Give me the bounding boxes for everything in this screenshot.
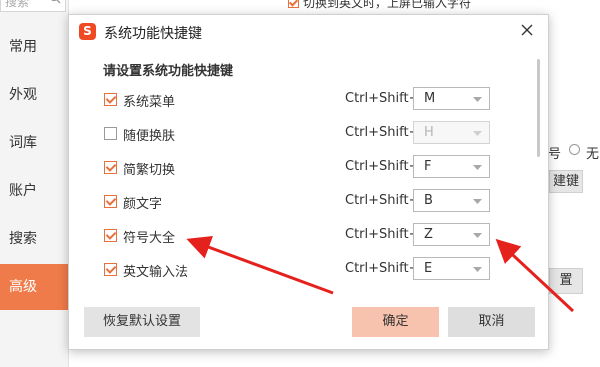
bg-shortcut-button[interactable]: 建键 xyxy=(549,170,583,193)
row-label: 随便换肤 xyxy=(123,129,176,144)
key-value: M xyxy=(424,91,436,106)
bg-radio-none[interactable] xyxy=(569,144,580,155)
row-checkbox[interactable] xyxy=(104,229,117,242)
shortcut-row-simp-trad: 简繁切换 Ctrl+Shift+ F xyxy=(69,153,548,181)
row-label: 颜文字 xyxy=(123,197,163,212)
dialog-title: 系统功能快捷键 xyxy=(104,26,202,42)
search-icon xyxy=(51,0,61,4)
row-checkbox[interactable] xyxy=(104,127,117,140)
search-input[interactable]: 搜索 xyxy=(0,0,66,12)
shortcut-row-english-ime: 英文输入法 Ctrl+Shift+ E xyxy=(69,255,548,283)
chevron-down-icon xyxy=(473,199,482,204)
chevron-down-icon xyxy=(473,267,482,272)
shortcut-row-emoticon: 颜文字 Ctrl+Shift+ B xyxy=(69,187,548,215)
sidebar-item-common[interactable]: 常用 xyxy=(0,24,68,70)
bg-radio-label-right: 无 xyxy=(586,147,600,162)
dialog-title-bar: S 系统功能快捷键 xyxy=(69,15,548,49)
row-checkbox[interactable] xyxy=(104,161,117,174)
key-value: F xyxy=(424,159,432,174)
modifier-label: Ctrl+Shift+ xyxy=(345,159,420,174)
section-title: 请设置系统功能快捷键 xyxy=(103,64,234,79)
reset-defaults-button[interactable]: 恢复默认设置 xyxy=(84,307,200,337)
key-select[interactable]: H xyxy=(413,121,490,144)
sogou-logo-icon: S xyxy=(79,23,96,40)
sidebar-item-appearance[interactable]: 外观 xyxy=(0,72,68,118)
row-checkbox[interactable] xyxy=(104,263,117,276)
key-select[interactable]: E xyxy=(413,257,490,280)
row-label: 符号大全 xyxy=(123,231,176,246)
cancel-button[interactable]: 取消 xyxy=(448,307,535,337)
row-label: 简繁切换 xyxy=(123,163,176,178)
key-value: E xyxy=(424,261,433,276)
sidebar-item-lexicon[interactable]: 词库 xyxy=(0,120,68,166)
row-checkbox[interactable] xyxy=(104,93,117,106)
key-select[interactable]: F xyxy=(413,155,490,178)
modifier-label: Ctrl+Shift+ xyxy=(345,193,420,208)
key-select[interactable]: B xyxy=(413,189,490,212)
sidebar-item-search[interactable]: 搜索 xyxy=(0,216,68,262)
key-select[interactable]: M xyxy=(413,87,490,110)
chevron-down-icon xyxy=(473,233,482,238)
sidebar-item-account[interactable]: 账户 xyxy=(0,168,68,214)
modifier-label: Ctrl+Shift+ xyxy=(345,125,420,140)
close-icon[interactable] xyxy=(520,23,534,37)
bg-radio-label-left: 号 xyxy=(548,147,562,162)
modifier-label: Ctrl+Shift+ xyxy=(345,227,420,242)
shortcut-row-random-skin: 随便换肤 Ctrl+Shift+ H xyxy=(69,119,548,147)
key-value: H xyxy=(424,125,434,140)
sidebar-item-advanced[interactable]: 高级 xyxy=(0,264,68,310)
search-placeholder: 搜索 xyxy=(5,0,30,9)
bg-checkbox[interactable] xyxy=(288,0,299,8)
bg-option-label: 切换到英文时，上屏已输入字符 xyxy=(303,0,472,10)
shortcut-row-system-menu: 系统菜单 Ctrl+Shift+ M xyxy=(69,85,548,113)
modifier-label: Ctrl+Shift+ xyxy=(345,91,420,106)
key-select[interactable]: Z xyxy=(413,223,490,246)
bg-english-switch-option[interactable]: 切换到英文时，上屏已输入字符 xyxy=(288,0,471,11)
scrollbar-thumb[interactable] xyxy=(537,59,540,157)
row-checkbox[interactable] xyxy=(104,195,117,208)
bg-settings-button[interactable]: 置 xyxy=(549,268,583,294)
row-label: 系统菜单 xyxy=(123,95,176,110)
shortcut-dialog: S 系统功能快捷键 请设置系统功能快捷键 系统菜单 Ctrl+Shift+ M … xyxy=(68,14,549,350)
chevron-down-icon xyxy=(473,131,482,136)
settings-sidebar: 搜索 常用 外观 词库 账户 搜索 高级 xyxy=(0,0,69,367)
modifier-label: Ctrl+Shift+ xyxy=(345,261,420,276)
shortcut-row-symbols: 符号大全 Ctrl+Shift+ Z xyxy=(69,221,548,249)
key-value: Z xyxy=(424,227,433,242)
row-label: 英文输入法 xyxy=(123,265,189,280)
chevron-down-icon xyxy=(473,165,482,170)
chevron-down-icon xyxy=(473,97,482,102)
ok-button[interactable]: 确定 xyxy=(352,307,439,337)
key-value: B xyxy=(424,193,433,208)
